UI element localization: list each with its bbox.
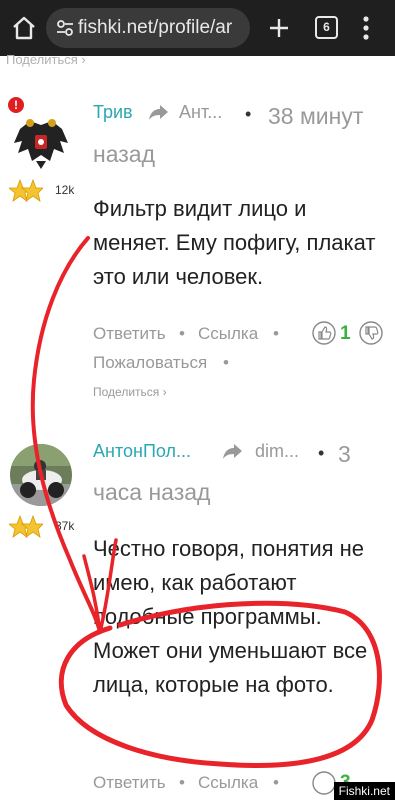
comment-author[interactable]: АнтонПол... [93, 441, 191, 462]
comment-text: Честно говоря, понятия не имею, как рабо… [93, 536, 368, 697]
reply-arrow-icon [149, 105, 168, 120]
home-icon[interactable] [10, 14, 38, 42]
reply-target[interactable]: Ант... [179, 102, 222, 123]
more-menu-icon[interactable] [362, 14, 370, 42]
rating-stars-icon [9, 514, 43, 538]
thumbs-up-icon[interactable] [312, 321, 336, 345]
share-link[interactable]: Поделиться › [93, 385, 167, 399]
comment-time: 3 [338, 441, 351, 467]
separator-dot: • [318, 443, 325, 463]
watermark: Fishki.net [333, 782, 395, 800]
avatar[interactable] [10, 444, 72, 506]
separator-dot: • [273, 773, 279, 792]
comment-time-continued: часа назад [93, 479, 211, 505]
avatar[interactable] [10, 113, 72, 173]
url-text[interactable]: fishki.net/profile/ar [78, 18, 232, 38]
new-tab-icon[interactable] [264, 13, 294, 43]
tab-switcher-button[interactable]: 6 [315, 16, 338, 39]
separator-dot: • [179, 324, 185, 343]
motorcycle-avatar-icon [10, 444, 72, 506]
rating-stars-icon [9, 178, 43, 202]
karma-count: 12k [55, 183, 75, 197]
thumbs-up-icon[interactable] [312, 771, 336, 795]
address-bar[interactable]: fishki.net/profile/ar [46, 8, 250, 48]
comment-time-continued: назад [93, 141, 155, 167]
separator-dot: • [245, 104, 252, 124]
double-eagle-avatar-icon [10, 113, 72, 173]
comment-text: Фильтр видит лицо и меняет. Ему пофигу, … [93, 196, 376, 289]
alert-badge: ! [8, 97, 24, 113]
separator-dot: • [223, 353, 229, 372]
comment-time: 38 минут [268, 103, 364, 129]
share-link[interactable]: Поделиться › [6, 52, 86, 67]
report-button[interactable]: Пожаловаться [93, 353, 207, 373]
link-button[interactable]: Ссылка [198, 324, 258, 344]
karma-count: 37k [55, 519, 75, 533]
browser-toolbar: fishki.net/profile/ar 6 [0, 0, 395, 56]
reply-target[interactable]: dim... [255, 441, 299, 462]
link-button[interactable]: Ссылка [198, 773, 258, 793]
thumbs-down-icon[interactable] [359, 321, 383, 345]
reply-button[interactable]: Ответить [93, 773, 166, 793]
reply-arrow-icon [223, 444, 242, 459]
vote-score: 1 [340, 323, 351, 344]
reply-button[interactable]: Ответить [93, 324, 166, 344]
separator-dot: • [179, 773, 185, 792]
comment-author[interactable]: Трив [93, 102, 133, 123]
separator-dot: • [273, 324, 279, 343]
site-settings-icon[interactable] [55, 18, 75, 38]
